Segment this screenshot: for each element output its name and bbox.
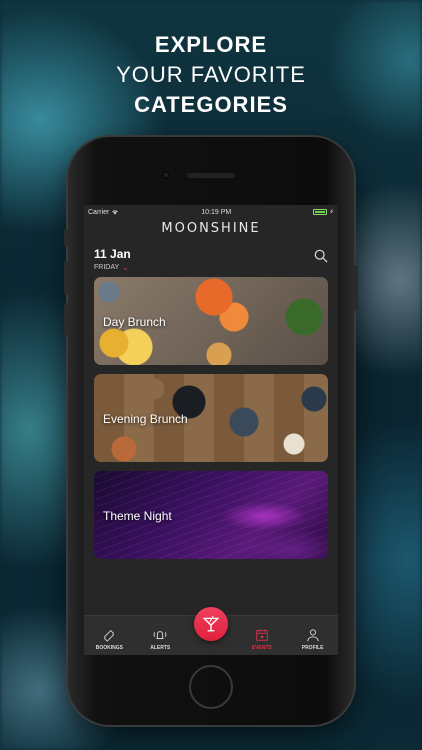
earpiece-speaker [187,173,235,178]
tab-label: ALERTS [150,645,171,651]
search-icon[interactable] [314,249,328,263]
bottom-tab-bar: BOOKINGS ALERTS EVENTS PROFILE [84,607,338,655]
category-label: Theme Night [103,509,172,523]
headline-line-1: EXPLORE [154,32,268,57]
status-left: Carrier [88,209,119,216]
carrier-label: Carrier [88,208,110,216]
wifi-icon [112,210,119,215]
ticket-icon [104,630,115,642]
battery-icon [313,209,328,215]
category-list: Day Brunch Evening Brunch Theme Night [84,275,338,559]
tab-label: BOOKINGS [95,645,123,651]
mute-switch [64,229,68,247]
category-card-theme-night[interactable]: Theme Night [94,471,328,559]
category-label: Day Brunch [103,315,166,329]
cocktail-button[interactable] [193,607,228,641]
weekday-label: FRIDAY [94,264,120,271]
tab-label: PROFILE [301,645,324,651]
cocktail-icon [202,615,220,632]
user-icon [306,629,319,642]
app-screen: Carrier 10:19 PM ⚡ MOONSHINE 11 Jan FRID… [84,205,338,655]
headline-line-3: CATEGORIES [134,92,288,117]
tab-alerts[interactable]: ALERTS [136,628,184,651]
category-card-evening-brunch[interactable]: Evening Brunch [94,374,328,462]
app-logo: MOONSHINE [161,221,261,236]
status-right: ⚡ [313,208,334,216]
category-card-day-brunch[interactable]: Day Brunch [94,277,328,365]
tab-cocktail[interactable] [187,607,235,651]
phone-frame: Carrier 10:19 PM ⚡ MOONSHINE 11 Jan FRID… [64,137,358,725]
front-camera [162,171,170,179]
weekday-dropdown[interactable]: FRIDAY ⌄ [94,263,328,272]
chevron-down-icon: ⌄ [122,263,129,272]
tab-label: EVENTS [251,645,272,651]
promo-headline: EXPLORE YOUR FAVORITE CATEGORIES [0,30,422,120]
status-time: 10:19 PM [201,208,232,216]
home-button [189,665,233,709]
selected-date[interactable]: 11 Jan [94,247,328,261]
tab-bookings[interactable]: BOOKINGS [85,628,133,651]
bell-icon [153,631,167,639]
charging-icon: ⚡ [329,209,334,216]
status-bar: Carrier 10:19 PM ⚡ [84,205,338,219]
calendar-icon [256,629,268,641]
tab-events[interactable]: EVENTS [238,628,286,651]
date-selector[interactable]: 11 Jan FRIDAY ⌄ [84,239,338,275]
volume-up-button [64,261,68,295]
volume-down-button [64,303,68,337]
tab-profile[interactable]: PROFILE [289,628,337,651]
power-button [354,265,358,311]
category-label: Evening Brunch [103,412,188,426]
headline-line-2: YOUR FAVORITE [116,62,306,87]
